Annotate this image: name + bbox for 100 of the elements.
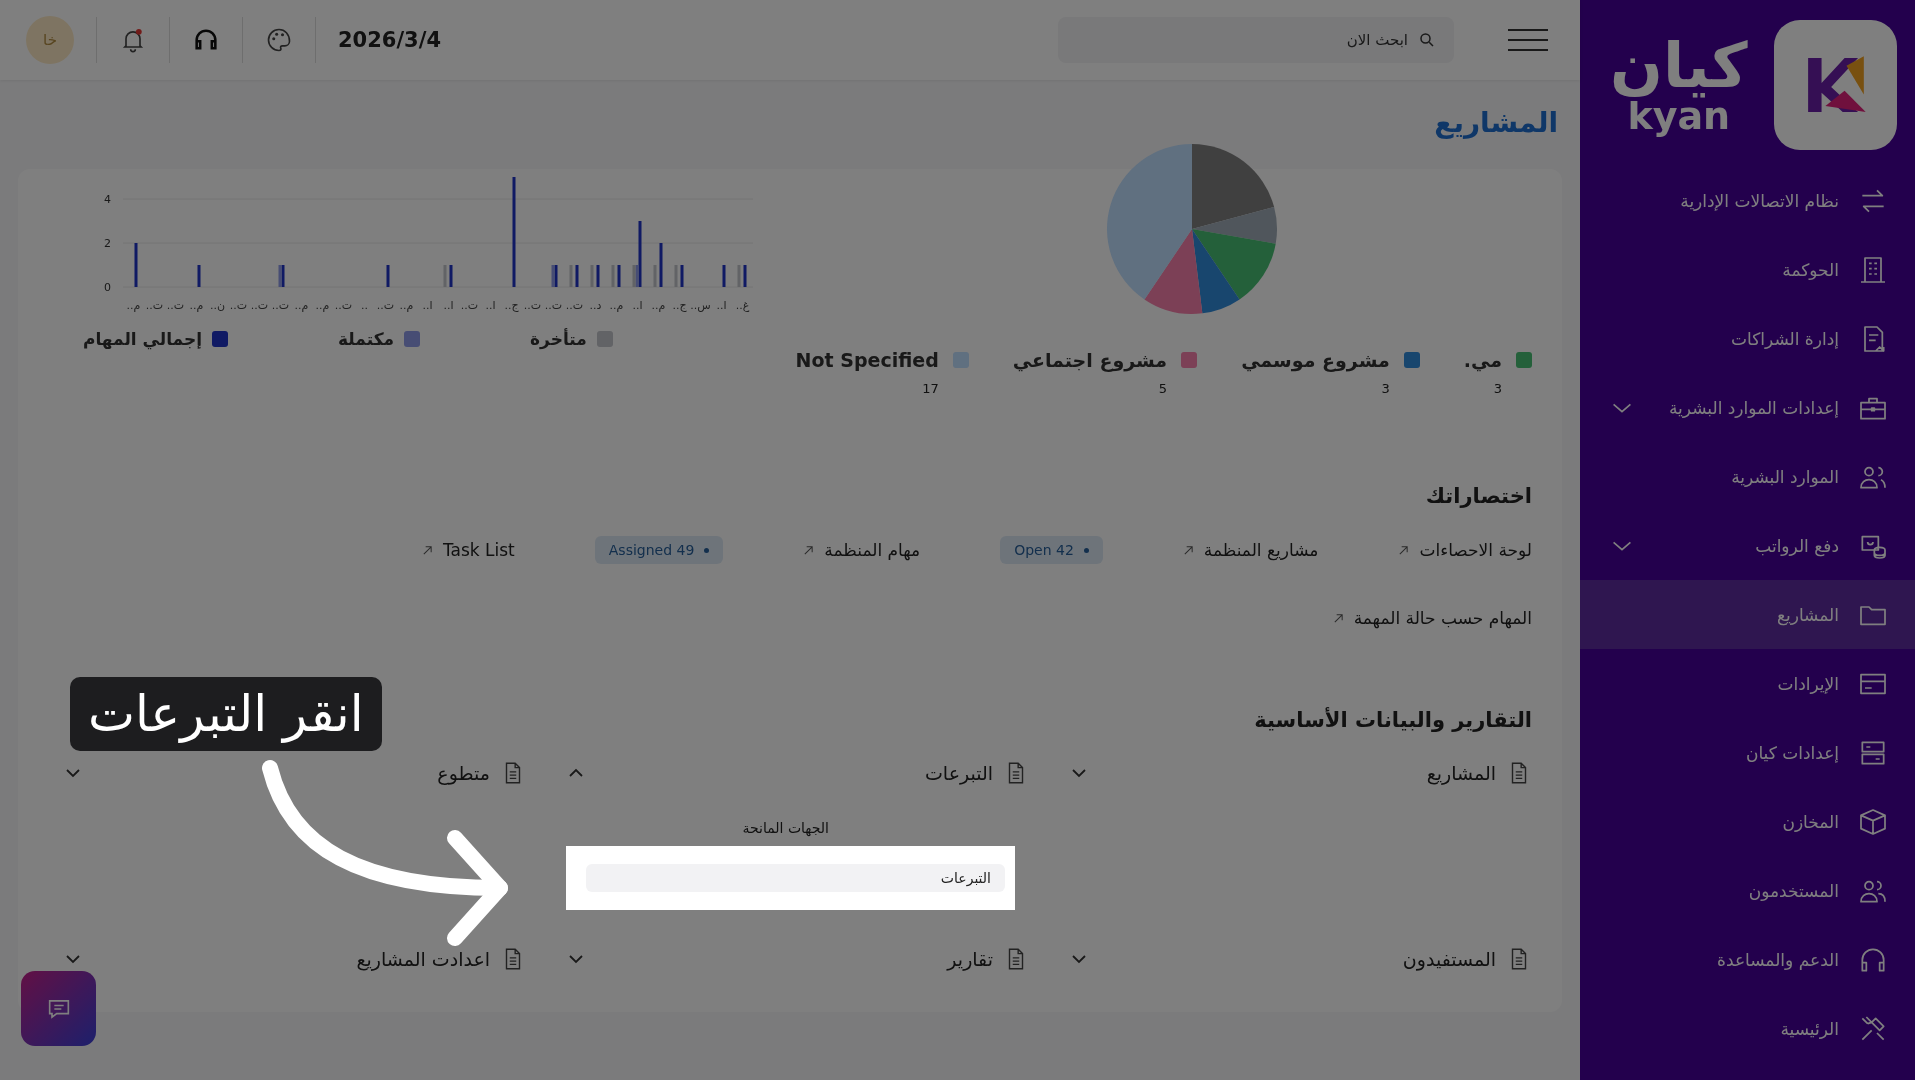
report-link[interactable]: اعدادت المشاريع [356,946,526,972]
submenu-item[interactable]: الجهات المانحة [566,814,839,842]
sidebar-item[interactable]: الموارد البشرية [1580,442,1915,511]
legend-count: 17 [921,381,940,396]
axis-category-label: ت.. [271,299,290,312]
chart-bar [659,243,663,287]
axis-category-label: ت.. [166,299,185,312]
chart-bar [617,265,621,287]
external-link-icon [1332,612,1344,624]
axis-category-label: م.. [399,299,414,312]
legend-label: إجمالي المهام [83,329,203,349]
chart-bar [197,265,201,287]
sidebar-item[interactable]: إدارة الشراكات [1580,304,1915,373]
count-badge: Open 42 [1000,536,1103,564]
axis-category-label: ت.. [145,299,164,312]
legend-label: Not Specified [795,349,939,371]
search-icon [1418,31,1436,49]
external-link-icon [1398,544,1410,556]
legend-count: 5 [1157,381,1169,396]
axis-category-label: ا.. [485,299,496,312]
chart-bar [449,265,453,287]
axis-category-label: ت.. [376,299,395,312]
axis-category-label: م.. [189,299,204,312]
sidebar-item[interactable]: إعدادات كيان [1580,718,1915,787]
sidebar-item[interactable]: المخازن [1580,787,1915,856]
chart-bar [575,265,579,287]
date-text: 2026/3/4 [338,28,441,52]
axis-category-label: ت.. [250,299,269,312]
axis-category-label: ت.. [565,299,584,312]
axis-category-label: س.. [690,299,711,312]
legend-label: مي. [1463,349,1502,371]
axis-category-label: م.. [609,299,624,312]
axis-category-label: ا.. [632,299,643,312]
search-field[interactable]: ابحث الان [1058,17,1454,63]
axis-category-label: م.. [651,299,666,312]
sidebar-item[interactable]: الدعم والمساعدة [1580,925,1915,994]
axis-category-label: ت.. [229,299,248,312]
legend-count: 3 [1492,381,1503,396]
count-badge: Assigned 49 [594,536,724,564]
sidebar-item[interactable]: الحوكمة [1580,235,1915,304]
axis-tick-label: 4 [104,193,111,206]
sidebar-item[interactable]: المستخدمون [1580,856,1915,925]
axis-category-label: ج.. [672,299,687,312]
axis-category-label: .. [361,299,368,312]
legend-label: مشروع اجتماعي [1012,349,1168,371]
axis-category-label: غ.. [735,299,750,312]
menu-icon[interactable] [1508,28,1548,52]
axis-category-label: م.. [126,299,141,312]
report-link[interactable]: تقارير [947,946,1029,972]
report-link[interactable]: التبرعات [924,760,1029,786]
shortcut-link[interactable]: Task List [421,540,515,560]
axis-category-label: ا.. [422,299,433,312]
section-title: التقارير والبيانات الأساسية [1253,708,1532,732]
shortcut-link[interactable]: المهام حسب حالة المهمة [1332,608,1532,628]
legend-count: 3 [1380,381,1391,396]
shortcut-link[interactable]: مهام المنظمة [803,540,921,560]
chart-bar [680,265,684,287]
axis-category-label: ا.. [443,299,454,312]
chat-button[interactable] [21,971,96,1046]
axis-category-label: ت.. [544,299,563,312]
chart-bar [134,243,138,287]
axis-category-label: ج.. [504,299,519,312]
shortcut-link[interactable]: مشاريع المنظمة [1182,540,1319,560]
axis-tick-label: 0 [104,281,111,294]
tour-hint: انقر التبرعات [70,677,382,751]
sidebar-item[interactable]: المشاريع [1580,580,1915,649]
legend-label: مكتملة [338,329,395,349]
logo-text: كيان [1610,35,1748,97]
chart-bar [596,265,600,287]
logo-icon [1773,20,1897,150]
legend-label: مشروع موسمي [1241,349,1390,371]
chart-bar [386,265,390,287]
external-link-icon [803,544,815,556]
palette-icon[interactable] [265,26,293,54]
page-title: المشاريع [1433,106,1558,139]
axis-category-label: ت.. [523,299,542,312]
chart-bar [722,265,726,287]
external-link-icon [1182,544,1194,556]
submenu-item[interactable]: التبرعات [586,864,1005,892]
axis-category-label: ت.. [460,299,479,312]
report-link[interactable]: المستفيدون [1402,946,1532,972]
report-link[interactable]: متطوع [437,760,526,786]
axis-category-label: ا.. [716,299,727,312]
chart-bar [743,265,747,287]
legend-label: متأخرة [530,329,587,349]
shortcut-link[interactable]: لوحة الاحصاءات [1398,540,1532,560]
axis-category-label: م.. [315,299,330,312]
axis-category-label: ن.. [209,299,226,312]
sidebar-item[interactable]: الإيرادات [1580,649,1915,718]
axis-category-label: م.. [294,299,309,312]
sidebar-item[interactable]: نظام الاتصالات الإدارية [1580,166,1915,235]
axis-category-label: ت.. [334,299,353,312]
axis-category-label: د.. [589,299,602,312]
axis-tick-label: 2 [104,237,111,250]
sidebar-item[interactable]: دفع الرواتب [1580,511,1915,580]
external-link-icon [421,544,433,556]
report-link[interactable]: المشاريع [1426,760,1532,786]
sidebar-item[interactable]: الرئيسية [1580,994,1915,1063]
section-title: اختصاراتك [1424,484,1532,508]
sidebar-item[interactable]: إعدادات الموارد البشرية [1580,373,1915,442]
